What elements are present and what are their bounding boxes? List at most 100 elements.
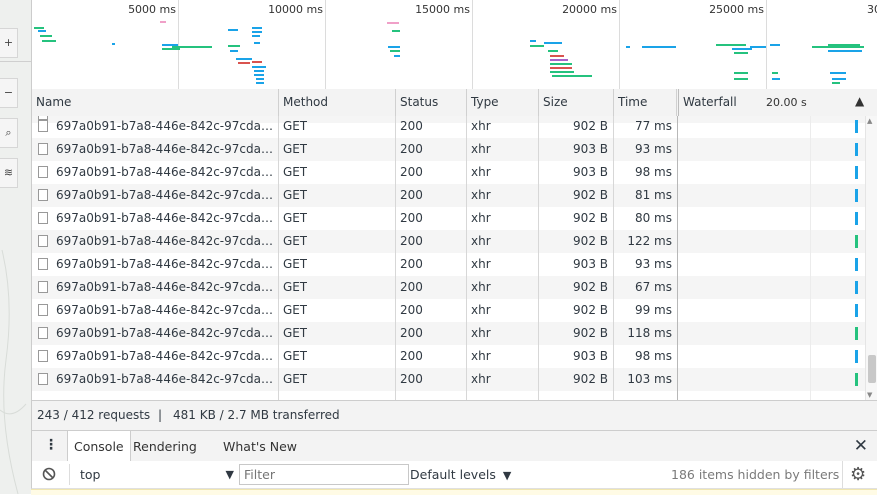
request-time: 122 ms (627, 234, 672, 248)
request-name[interactable]: 697a0b91-b7a8-446e-842c-97cda… (32, 207, 278, 230)
request-time: 103 ms (627, 372, 672, 386)
timeline-request-bar (734, 72, 748, 74)
console-filter-input[interactable] (239, 464, 409, 485)
waterfall-bar (855, 281, 858, 294)
table-row[interactable]: 697a0b91-b7a8-446e-842c-97cda… GET 200 xhr 9… (32, 184, 866, 207)
timeline-request-bar (772, 72, 778, 74)
search-icon[interactable]: ⌕ (0, 118, 18, 148)
console-settings-gear-icon[interactable]: ⚙ (850, 462, 866, 487)
table-row[interactable]: 697a0b91-b7a8-446e-842c-97cda… GET 200 xhr 9… (32, 322, 866, 345)
request-type: xhr (471, 211, 491, 225)
timeline-request-bar (34, 27, 44, 29)
timeline-request-bar (832, 78, 846, 80)
timeline-tick-label: 25000 ms (709, 3, 764, 16)
request-name[interactable]: 697a0b91-b7a8-446e-842c-97cda… (32, 276, 278, 299)
request-name[interactable]: 697a0b91-b7a8-446e-842c-97cda… (32, 368, 278, 391)
request-name[interactable]: 697a0b91-b7a8-446e-842c-97cda… (32, 299, 278, 322)
column-header-status[interactable]: Status (396, 89, 467, 116)
timeline-request-bar (252, 27, 262, 29)
request-name[interactable]: 697a0b91-b7a8-446e-842c-97cda… (32, 253, 278, 276)
request-name[interactable]: 697a0b91-b7a8-446e-842c-97cda… (32, 184, 278, 207)
chevron-down-icon: ▼ (502, 469, 512, 482)
column-header-method[interactable]: Method (279, 89, 396, 116)
timeline-request-bar (830, 72, 846, 74)
column-header-size[interactable]: Size (539, 89, 614, 116)
network-timeline-overview[interactable]: 5000 ms 10000 ms 15000 ms 20000 ms 25000 ms 3… (31, 0, 877, 90)
layers-icon[interactable]: ≋ (0, 158, 18, 188)
console-toolbar: top ▼ Default levels ▼ 186 items hidden … (31, 461, 877, 489)
request-type: xhr (471, 165, 491, 179)
scrollbar-thumb[interactable] (868, 355, 876, 383)
context-selector[interactable]: top ▼ (69, 464, 234, 485)
request-name[interactable]: 697a0b91-b7a8-446e-842c-97cda… (32, 116, 278, 138)
table-row[interactable]: 697a0b91-b7a8-446e-842c-97cda… GET 200 xhr 9… (32, 230, 866, 253)
request-type: xhr (471, 372, 491, 386)
zoom-out-button[interactable]: − (0, 78, 18, 108)
timeline-request-bar (162, 48, 180, 50)
request-method: GET (283, 119, 308, 133)
request-name[interactable]: 697a0b91-b7a8-446e-842c-97cda… (32, 230, 278, 253)
timeline-request-bar (252, 66, 266, 68)
timeline-tick-label: 10000 ms (268, 3, 323, 16)
tab-console[interactable]: Console (67, 431, 131, 461)
left-side-panel: + − ⌕ ≋ (0, 0, 31, 494)
column-header-name[interactable]: Name (32, 89, 279, 116)
column-header-type[interactable]: Type (467, 89, 539, 116)
timeline-request-bar (254, 70, 264, 72)
request-status: 200 (400, 349, 423, 363)
tab-whats-new[interactable]: What's New (217, 431, 303, 461)
log-levels-dropdown[interactable]: Default levels ▼ (410, 464, 511, 485)
timeline-tick-label: 5000 ms (128, 3, 176, 16)
table-row[interactable]: 697a0b91-b7a8-446e-842c-97cda… GET 200 xhr 9… (32, 299, 866, 322)
waterfall-bar (855, 235, 858, 248)
request-type: xhr (471, 234, 491, 248)
request-method: GET (283, 142, 308, 156)
table-row[interactable]: 697a0b91-b7a8-446e-842c-97cda… GET 200 xhr 9… (32, 207, 866, 230)
timeline-request-bar (734, 78, 748, 80)
timeline-gridline (619, 0, 620, 89)
timeline-request-bar (160, 21, 166, 23)
request-name[interactable]: 697a0b91-b7a8-446e-842c-97cda… (32, 345, 278, 368)
request-method: GET (283, 303, 308, 317)
tab-rendering[interactable]: Rendering (127, 431, 203, 461)
timeline-request-bar (716, 44, 746, 46)
timeline-request-bar (254, 42, 260, 44)
request-size: 902 B (573, 280, 608, 294)
request-method: GET (283, 188, 308, 202)
timeline-request-bar (252, 61, 262, 63)
timeline-request-bar (552, 75, 592, 77)
timeline-gridline (766, 0, 767, 89)
close-drawer-icon[interactable]: ✕ (854, 434, 868, 458)
request-type: xhr (471, 257, 491, 271)
table-row[interactable]: 697a0b91-b7a8-446e-842c-97cda… GET 200 xhr 9… (32, 368, 866, 391)
timeline-request-bar (550, 59, 568, 61)
timeline-request-bar (392, 30, 400, 32)
waterfall-bar (855, 120, 858, 133)
request-name[interactable]: 697a0b91-b7a8-446e-842c-97cda… (32, 138, 278, 161)
timeline-request-bar (254, 74, 264, 76)
timeline-request-bar (40, 35, 52, 37)
request-name[interactable]: 697a0b91-b7a8-446e-842c-97cda… (32, 322, 278, 345)
drawer-menu-icon[interactable]: ⋮ (44, 435, 58, 455)
request-method: GET (283, 234, 308, 248)
table-row[interactable]: 697a0b91-b7a8-446e-842c-97cda… GET 200 xhr 9… (32, 138, 866, 161)
table-row[interactable]: 697a0b91-b7a8-446e-842c-97cda… GET 200 xhr 9… (32, 161, 866, 184)
request-size: 903 B (573, 165, 608, 179)
request-name[interactable]: 697a0b91-b7a8-446e-842c-97cda… (32, 161, 278, 184)
request-list-scrollbar[interactable]: ▲ ▼ (865, 116, 877, 400)
table-row[interactable]: 697a0b91-b7a8-446e-842c-97cda… GET 200 xhr 9… (32, 253, 866, 276)
timeline-request-bar (256, 82, 264, 84)
zoom-in-button[interactable]: + (0, 28, 18, 58)
waterfall-bar (855, 350, 858, 363)
table-row[interactable]: 697a0b91-b7a8-446e-842c-97cda… GET 200 xhr 9… (32, 116, 866, 138)
map-background (0, 249, 27, 494)
request-method: GET (283, 280, 308, 294)
table-row[interactable]: 697a0b91-b7a8-446e-842c-97cda… GET 200 xhr 9… (32, 276, 866, 299)
column-header-time[interactable]: Time (614, 89, 677, 116)
table-row[interactable]: 697a0b91-b7a8-446e-842c-97cda… GET 200 xhr 9… (32, 345, 866, 368)
sort-ascending-icon[interactable]: ▲ (855, 94, 864, 108)
request-size: 902 B (573, 188, 608, 202)
clear-console-icon[interactable] (42, 467, 56, 481)
request-time: 77 ms (634, 119, 672, 133)
drawer-tabbar: ⋮ Console Rendering What's New ✕ (31, 430, 877, 462)
